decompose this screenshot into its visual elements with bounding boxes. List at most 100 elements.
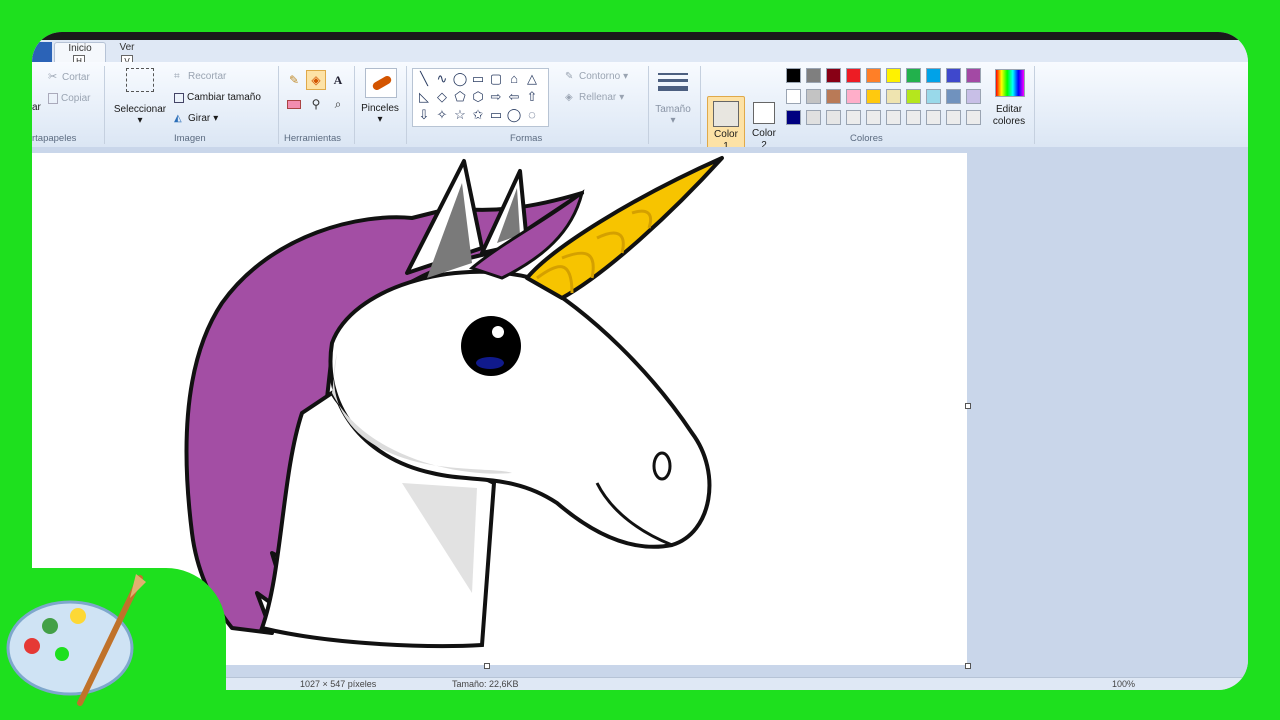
select-button[interactable]: Seleccionar ▾ <box>112 104 168 126</box>
shape-option[interactable]: ╲ <box>416 71 432 87</box>
size-label: Tamaño <box>655 104 691 115</box>
color2-label: Color <box>752 128 776 139</box>
chevron-down-icon: ▾ <box>137 115 143 126</box>
color-swatch[interactable] <box>866 68 881 83</box>
color-picker-tool[interactable]: ⚲ <box>306 94 326 114</box>
color-swatch[interactable] <box>926 89 941 104</box>
edit-colors-label-1: Editar <box>995 104 1023 115</box>
pencil-tool[interactable]: ✎ <box>284 70 304 90</box>
color-swatch[interactable] <box>806 110 821 125</box>
copy-button[interactable]: Copiar <box>48 93 90 104</box>
color-swatch[interactable] <box>806 89 821 104</box>
size-button[interactable]: Tamaño ▾ <box>650 104 696 126</box>
shape-option[interactable]: ✧ <box>434 107 450 123</box>
outline-button[interactable]: ✎ Contorno ▾ <box>565 71 628 82</box>
shape-option[interactable]: ⇧ <box>524 89 540 105</box>
color-swatch[interactable] <box>906 68 921 83</box>
fill-button[interactable]: ◈ Rellenar ▾ <box>565 92 624 103</box>
color-swatch[interactable] <box>886 68 901 83</box>
color-swatch[interactable] <box>926 110 941 125</box>
crop-icon: ⌗ <box>174 71 180 82</box>
shape-option[interactable]: ⌂ <box>506 71 522 87</box>
color-swatch[interactable] <box>846 68 861 83</box>
cut-button[interactable]: ✂ Cortar <box>48 72 90 84</box>
shape-option[interactable]: ▭ <box>470 71 486 87</box>
edit-colors-label-2: colores <box>992 116 1026 127</box>
shape-option[interactable]: ◯ <box>452 71 468 87</box>
color-swatch[interactable] <box>866 89 881 104</box>
color-swatch[interactable] <box>966 89 981 104</box>
color-swatch[interactable] <box>826 68 841 83</box>
rotate-button[interactable]: ◭ Girar ▾ <box>174 113 218 124</box>
separator <box>1034 66 1035 144</box>
group-label-colors: Colores <box>850 133 883 144</box>
color-swatch[interactable] <box>786 68 801 83</box>
color-swatch[interactable] <box>946 89 961 104</box>
color-swatch[interactable] <box>906 110 921 125</box>
shape-option[interactable]: ◇ <box>434 89 450 105</box>
color-swatch[interactable] <box>966 110 981 125</box>
brush-icon <box>365 68 397 98</box>
text-icon: A <box>333 72 343 87</box>
shape-option[interactable]: ◌ <box>524 107 540 123</box>
brushes-button[interactable]: Pinceles ▾ <box>358 103 402 125</box>
color-swatch[interactable] <box>966 68 981 83</box>
paste-button[interactable]: ar <box>32 102 41 113</box>
resize-button[interactable]: Cambiar tamaño <box>174 92 261 103</box>
dimensions-text: 1027 × 547 píxeles <box>300 679 377 689</box>
paint-menu-button[interactable] <box>32 42 52 62</box>
color-swatch[interactable] <box>946 110 961 125</box>
shape-option[interactable]: ⬡ <box>470 89 486 105</box>
edit-colors-button[interactable]: Editar colores <box>987 104 1031 128</box>
crop-label: Recortar <box>188 71 227 82</box>
shape-option[interactable]: ⇩ <box>416 107 432 123</box>
chevron-down-icon: ▾ <box>619 92 625 103</box>
shape-option[interactable]: ⇨ <box>488 89 504 105</box>
crop-button[interactable]: ⌗ Recortar <box>174 71 226 82</box>
color-swatch[interactable] <box>866 110 881 125</box>
color-swatch[interactable] <box>806 68 821 83</box>
color-swatch[interactable] <box>846 110 861 125</box>
magnifier-tool[interactable]: ⌕ <box>328 94 348 114</box>
shape-option[interactable]: ▢ <box>488 71 504 87</box>
eraser-icon <box>287 99 301 109</box>
palette-logo-icon <box>6 574 146 706</box>
shape-option[interactable]: ∿ <box>434 71 450 87</box>
group-label-tools: Herramientas <box>284 133 342 144</box>
separator <box>700 66 701 144</box>
shapes-gallery[interactable]: ╲ ∿ ◯ ▭ ▢ ⌂ △ ◺ ◇ ⬠ ⬡ ⇨ ⇦ ⇧ ⇩ ✧ ☆ ✩ ▭ ◯ ◌ <box>412 68 549 127</box>
text-tool[interactable]: A <box>328 70 348 90</box>
color-swatch[interactable] <box>906 89 921 104</box>
group-label-image: Imagen <box>174 133 206 144</box>
color-swatch[interactable] <box>846 89 861 104</box>
color-swatch[interactable] <box>946 68 961 83</box>
color-swatch[interactable] <box>886 110 901 125</box>
shape-option[interactable]: ⬠ <box>452 89 468 105</box>
color-swatch[interactable] <box>826 110 841 125</box>
color-swatch[interactable] <box>786 89 801 104</box>
copy-label: Copiar <box>61 93 91 104</box>
size-icon <box>658 70 688 98</box>
shape-option[interactable]: ⇦ <box>506 89 522 105</box>
shape-option[interactable]: ▭ <box>488 107 504 123</box>
eraser-tool[interactable] <box>284 94 304 114</box>
shape-option[interactable]: ✩ <box>470 107 486 123</box>
resize-handle-corner[interactable] <box>965 663 971 669</box>
shape-option[interactable]: ◯ <box>506 107 522 123</box>
zoom-text: 100% <box>1112 679 1136 689</box>
resize-handle-right[interactable] <box>965 403 971 409</box>
fill-tool[interactable]: ◈ <box>306 70 326 90</box>
color-swatch[interactable] <box>786 110 801 125</box>
separator <box>406 66 407 144</box>
rotate-label: Girar <box>188 113 211 124</box>
shape-option[interactable]: ☆ <box>452 107 468 123</box>
color-swatch[interactable] <box>826 89 841 104</box>
shape-option[interactable]: ◺ <box>416 89 432 105</box>
color1-swatch <box>713 101 739 127</box>
color-swatch[interactable] <box>926 68 941 83</box>
color-swatch[interactable] <box>886 89 901 104</box>
resize-handle-bottom[interactable] <box>484 663 490 669</box>
shape-option[interactable]: △ <box>524 71 540 87</box>
outline-label: Contorno <box>579 71 621 82</box>
resize-label: Cambiar tamaño <box>187 92 261 103</box>
